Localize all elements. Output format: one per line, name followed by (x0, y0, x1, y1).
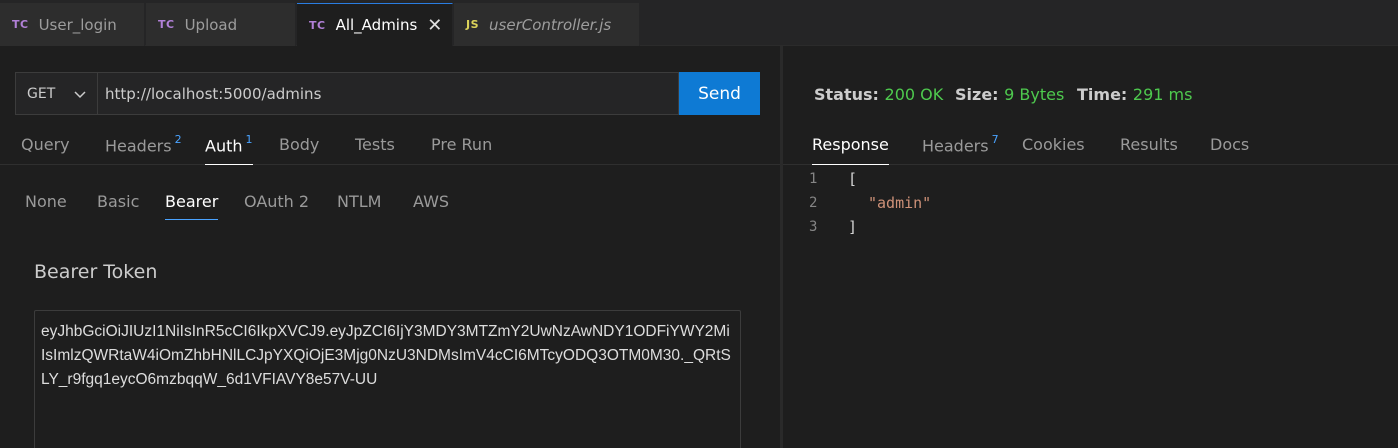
tab-label: Headers (105, 136, 172, 156)
code-text: [ (848, 170, 858, 188)
url-input[interactable]: http://localhost:5000/admins (97, 72, 679, 115)
auth-tab-bearer[interactable]: Bearer (165, 192, 219, 220)
tab-pre-run[interactable]: Pre Run (431, 135, 492, 165)
tab-label: Upload (184, 15, 238, 34)
tab-label: Docs (1210, 135, 1250, 154)
thunder-client-icon: TC (158, 18, 175, 31)
thunder-client-icon: TC (12, 18, 29, 31)
code-text: "admin" (868, 194, 932, 212)
tab-headers[interactable]: Headers 2 (105, 133, 182, 165)
status-label: Status: (814, 85, 879, 104)
method-value: GET (27, 85, 56, 102)
size-label: Size: (955, 85, 999, 104)
line-number: 2 (809, 195, 818, 211)
tab-label: Auth (205, 136, 243, 156)
tab-upload[interactable]: TC Upload (146, 3, 296, 46)
time-indicator: Time: 291 ms (1077, 85, 1192, 104)
send-button[interactable]: Send (679, 72, 760, 115)
count-badge: 1 (245, 133, 253, 146)
count-badge: 7 (991, 133, 999, 146)
code-line: 3 ] (783, 215, 1398, 239)
url-bar: GET http://localhost:5000/admins Send (15, 72, 760, 115)
tab-cookies[interactable]: Cookies (1022, 135, 1085, 165)
size-value: 9 Bytes (1004, 85, 1065, 104)
tab-label: userController.js (489, 15, 612, 34)
status-indicator: Status: 200 OK (814, 85, 943, 104)
line-number: 1 (809, 171, 818, 187)
auth-tab-aws[interactable]: AWS (413, 192, 449, 220)
method-select[interactable]: GET (15, 72, 97, 115)
line-number: 3 (809, 219, 818, 235)
tab-query[interactable]: Query (21, 135, 70, 165)
tab-auth[interactable]: Auth 1 (205, 133, 253, 165)
tab-label: Cookies (1022, 135, 1085, 154)
auth-tab-ntlm[interactable]: NTLM (337, 192, 381, 220)
tab-label: Pre Run (431, 135, 493, 154)
auth-type-tabs: None Basic Bearer OAuth 2 NTLM AWS (0, 192, 780, 222)
tab-label: Tests (355, 135, 395, 154)
code-line: 2 "admin" (783, 191, 1398, 215)
close-icon[interactable]: ✕ (427, 15, 442, 36)
tab-response[interactable]: Response (812, 135, 889, 165)
size-indicator: Size: 9 Bytes (955, 85, 1064, 104)
code-line: 1 [ (783, 167, 1398, 191)
tab-body[interactable]: Body (279, 135, 319, 165)
count-badge: 2 (174, 133, 182, 146)
thunder-client-icon: TC (309, 18, 326, 32)
chevron-down-icon (74, 91, 86, 99)
bearer-token-input[interactable]: eyJhbGciOiJIUzI1NiIsInR5cCI6IkpXVCJ9.eyJ… (34, 310, 741, 448)
editor-tab-bar: TC User_login TC Upload TC All_Admins ✕ … (0, 0, 1398, 46)
auth-tab-basic[interactable]: Basic (97, 192, 139, 220)
tab-user-login[interactable]: TC User_login (0, 3, 145, 46)
time-label: Time: (1077, 85, 1128, 104)
code-text: ] (848, 218, 858, 236)
tab-label: Response (812, 135, 889, 154)
tab-response-headers[interactable]: Headers 7 (922, 133, 999, 165)
tab-label: All_Admins (335, 16, 418, 34)
tab-docs[interactable]: Docs (1210, 135, 1249, 165)
tab-user-controller[interactable]: JS userController.js (454, 3, 640, 46)
response-body: 1 [ 2 "admin" 3 ] (783, 167, 1398, 239)
response-tabs: Response Headers 7 Cookies Results Docs (783, 132, 1398, 165)
tab-all-admins[interactable]: TC All_Admins ✕ (297, 3, 453, 46)
tab-label: Headers (922, 136, 989, 156)
request-panel: GET http://localhost:5000/admins Send Qu… (0, 47, 780, 448)
response-panel: Status: 200 OK Size: 9 Bytes Time: 291 m… (783, 47, 1398, 448)
tab-label: Results (1120, 135, 1178, 154)
tab-results[interactable]: Results (1120, 135, 1178, 165)
request-tabs: Query Headers 2 Auth 1 Body Tests Pre Run (0, 132, 780, 165)
status-value: 200 OK (884, 85, 944, 104)
tab-label: Query (21, 135, 70, 154)
tab-label: Body (279, 135, 320, 154)
auth-tab-oauth2[interactable]: OAuth 2 (244, 192, 309, 220)
javascript-file-icon: JS (466, 18, 480, 31)
time-value: 291 ms (1132, 85, 1193, 104)
auth-tab-none[interactable]: None (25, 192, 67, 220)
bearer-token-label: Bearer Token (34, 261, 158, 283)
tab-label: User_login (38, 15, 117, 34)
tab-tests[interactable]: Tests (355, 135, 395, 165)
